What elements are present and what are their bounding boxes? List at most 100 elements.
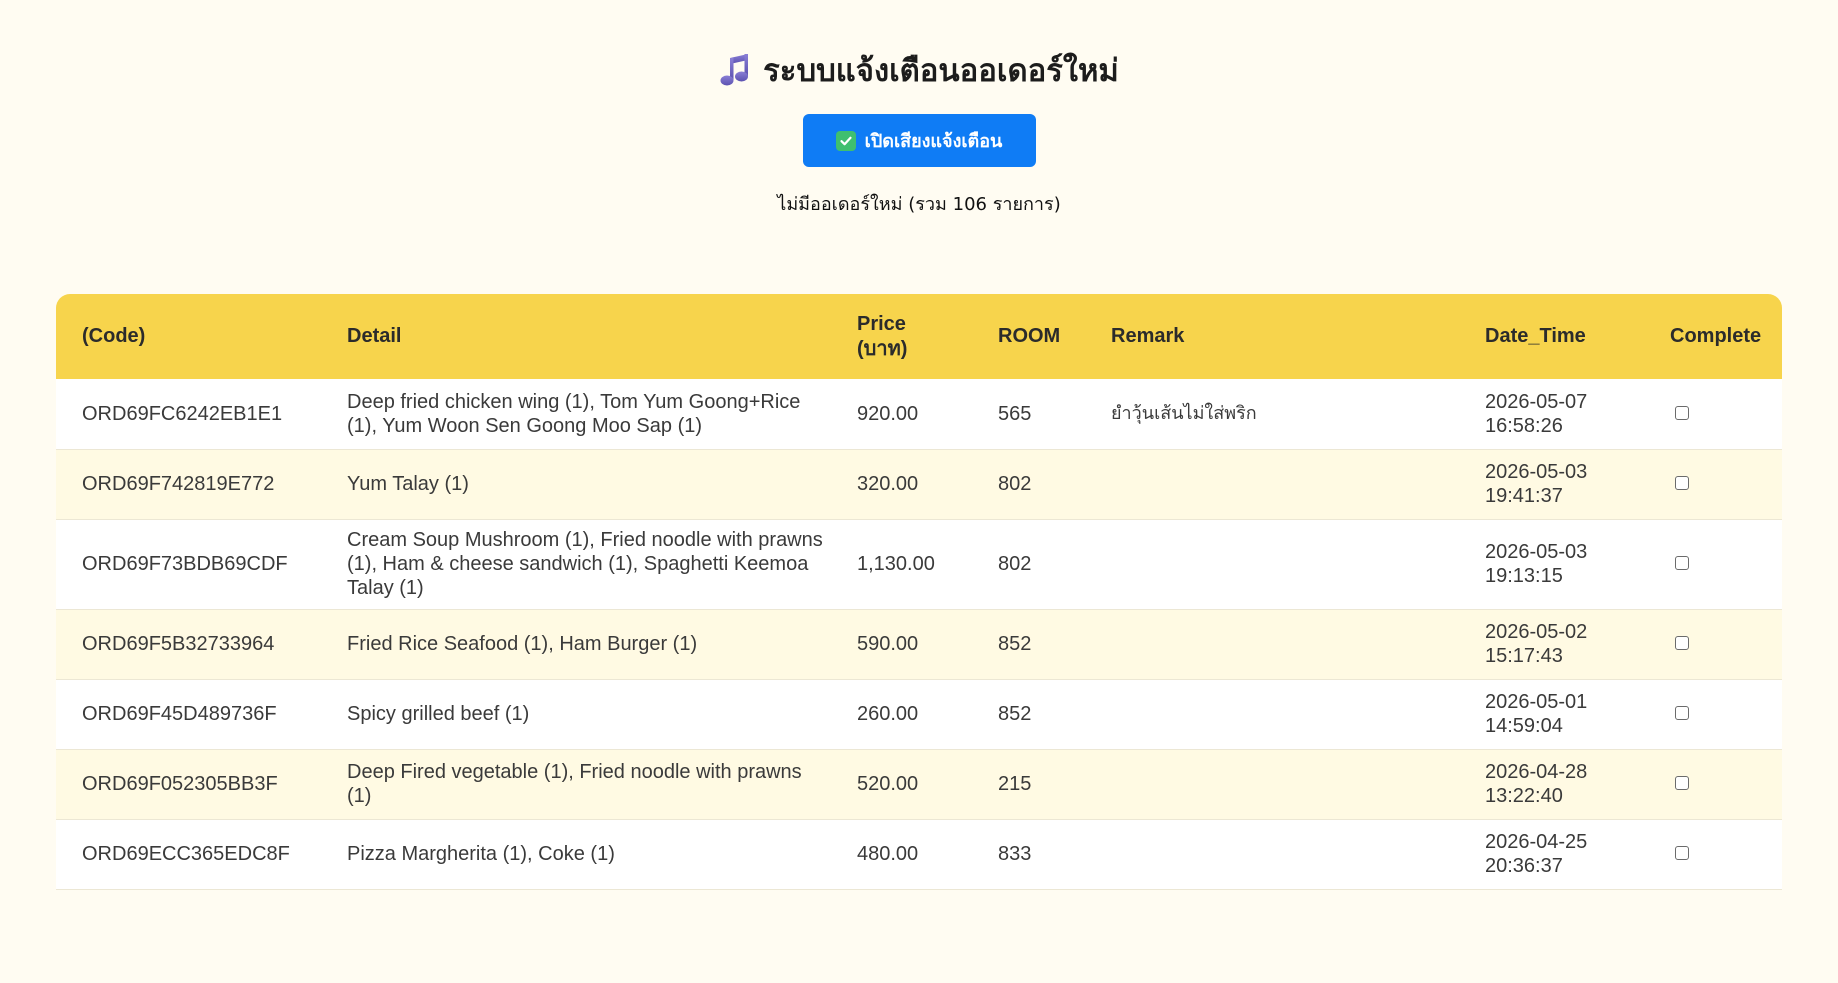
order-room: 215: [998, 773, 1032, 795]
column-header-detail: Detail: [347, 325, 402, 347]
table-row: ORD69F45D489736F Spicy grilled beef (1) …: [56, 679, 1782, 749]
order-price: 1,130.00: [857, 553, 935, 575]
order-time: 16:58:26: [1485, 414, 1563, 437]
order-status-text: ไม่มีออเดอร์ใหม่ (รวม 106 รายการ): [777, 194, 1061, 215]
order-time: 14:59:04: [1485, 715, 1563, 737]
order-time: 13:22:40: [1485, 785, 1563, 807]
order-date-time: 2026-05-03 19:13:15: [1459, 519, 1644, 609]
complete-checkbox[interactable]: [1675, 706, 1689, 720]
orders-table-body: ORD69FC6242EB1E1 Deep fried chicken wing…: [56, 379, 1782, 889]
order-code: ORD69ECC365EDC8F: [82, 843, 290, 865]
order-complete-cell: [1644, 519, 1782, 609]
order-detail: Deep Fired vegetable (1), Fried noodle w…: [347, 761, 802, 807]
order-remark: [1085, 819, 1459, 889]
order-price: 520.00: [857, 773, 919, 795]
table-row: ORD69F73BDB69CDF Cream Soup Mushroom (1)…: [56, 519, 1782, 609]
orders-table-container: (Code) Detail Price (บาท) ROOM Remark Da…: [56, 294, 1782, 890]
order-room: 802: [998, 473, 1032, 495]
order-date: 2026-05-03: [1485, 541, 1588, 563]
order-date: 2026-04-25: [1485, 831, 1588, 853]
order-complete-cell: [1644, 609, 1782, 679]
order-room: 852: [998, 703, 1032, 725]
page-title-text: ระบบแจ้งเตือนออเดอร์ใหม่: [763, 53, 1119, 89]
enable-sound-button-label: เปิดเสียงแจ้งเตือน: [864, 131, 1003, 152]
table-row: ORD69F5B32733964 Fried Rice Seafood (1),…: [56, 609, 1782, 679]
order-complete-cell: [1644, 679, 1782, 749]
order-date: 2026-05-02: [1485, 621, 1588, 643]
order-detail: Yum Talay (1): [347, 473, 469, 495]
order-date-time: 2026-05-03 19:41:37: [1459, 449, 1644, 519]
order-detail: Spicy grilled beef (1): [347, 703, 530, 725]
order-code: ORD69F45D489736F: [82, 703, 277, 725]
order-remark: [1085, 449, 1459, 519]
order-notification-page: ระบบแจ้งเตือนออเดอร์ใหม่ เปิดเสียงแจ้งเต…: [0, 0, 1838, 983]
complete-checkbox[interactable]: [1675, 776, 1689, 790]
order-price: 480.00: [857, 843, 919, 865]
order-time: 19:41:37: [1485, 485, 1563, 507]
order-room: 802: [998, 553, 1032, 575]
orders-table: (Code) Detail Price (บาท) ROOM Remark Da…: [56, 294, 1782, 890]
column-header-price: Price (บาท): [831, 294, 972, 379]
order-remark: [1085, 519, 1459, 609]
order-date: 2026-05-03: [1485, 461, 1588, 483]
complete-checkbox[interactable]: [1675, 405, 1689, 420]
order-detail: Deep fried chicken wing (1), Tom Yum Goo…: [347, 390, 801, 437]
order-code: ORD69F742819E772: [82, 473, 275, 495]
order-remark: [1085, 749, 1459, 819]
enable-sound-button[interactable]: เปิดเสียงแจ้งเตือน: [802, 114, 1036, 167]
order-room: 852: [998, 633, 1032, 655]
order-date-time: 2026-05-01 14:59:04: [1459, 679, 1644, 749]
order-price: 260.00: [857, 703, 919, 725]
complete-checkbox[interactable]: [1675, 476, 1689, 490]
table-row: ORD69F742819E772 Yum Talay (1) 320.00 80…: [56, 449, 1782, 519]
order-complete-cell: [1644, 449, 1782, 519]
order-price: 920.00: [857, 402, 919, 425]
order-remark: ยำวุ้นเส้นไม่ใส่พริก: [1111, 402, 1257, 424]
order-time: 15:17:43: [1485, 645, 1563, 667]
order-date: 2026-05-07: [1485, 390, 1588, 413]
order-date-time: 2026-05-07 16:58:26: [1459, 379, 1644, 449]
order-detail: Cream Soup Mushroom (1), Fried noodle wi…: [347, 529, 823, 599]
order-remark: [1085, 609, 1459, 679]
column-header-complete: Complete: [1670, 325, 1762, 347]
order-remark: [1085, 679, 1459, 749]
order-complete-cell: [1644, 379, 1782, 449]
column-header-price-line2: (บาท): [857, 337, 908, 360]
order-complete-cell: [1644, 749, 1782, 819]
header-row: (Code) Detail Price (บาท) ROOM Remark Da…: [56, 294, 1782, 379]
order-complete-cell: [1644, 819, 1782, 889]
order-code: ORD69F052305BB3F: [82, 773, 278, 795]
column-header-date-time: Date_Time: [1485, 325, 1586, 347]
complete-checkbox[interactable]: [1675, 556, 1689, 570]
order-date-time: 2026-04-25 20:36:37: [1459, 819, 1644, 889]
order-detail: Pizza Margherita (1), Coke (1): [347, 843, 615, 865]
column-header-remark: Remark: [1111, 325, 1185, 347]
column-header-code: (Code): [82, 325, 146, 347]
order-price: 590.00: [857, 633, 919, 655]
order-code: ORD69F73BDB69CDF: [82, 553, 288, 575]
music-note-icon: [719, 52, 751, 88]
order-room: 565: [998, 402, 1032, 425]
order-code: ORD69FC6242EB1E1: [82, 402, 283, 425]
column-header-room: ROOM: [998, 325, 1061, 347]
orders-table-header: (Code) Detail Price (บาท) ROOM Remark Da…: [56, 294, 1782, 379]
order-date-time: 2026-04-28 13:22:40: [1459, 749, 1644, 819]
complete-checkbox[interactable]: [1675, 846, 1689, 860]
order-date: 2026-04-28: [1485, 761, 1588, 783]
table-row: ORD69F052305BB3F Deep Fired vegetable (1…: [56, 749, 1782, 819]
order-detail: Fried Rice Seafood (1), Ham Burger (1): [347, 633, 698, 655]
order-date: 2026-05-01: [1485, 691, 1588, 713]
column-header-price-line1: Price: [857, 312, 906, 335]
check-box-icon: [835, 130, 856, 151]
page-header: ระบบแจ้งเตือนออเดอร์ใหม่ เปิดเสียงแจ้งเต…: [0, 0, 1838, 218]
table-row: ORD69ECC365EDC8F Pizza Margherita (1), C…: [56, 819, 1782, 889]
order-code: ORD69F5B32733964: [82, 633, 275, 655]
order-time: 20:36:37: [1485, 855, 1563, 877]
page-title: ระบบแจ้งเตือนออเดอร์ใหม่: [719, 50, 1119, 90]
complete-checkbox[interactable]: [1675, 636, 1689, 650]
table-row: ORD69FC6242EB1E1 Deep fried chicken wing…: [56, 379, 1782, 449]
order-room: 833: [998, 843, 1032, 865]
order-price: 320.00: [857, 473, 919, 495]
order-time: 19:13:15: [1485, 565, 1563, 587]
order-date-time: 2026-05-02 15:17:43: [1459, 609, 1644, 679]
